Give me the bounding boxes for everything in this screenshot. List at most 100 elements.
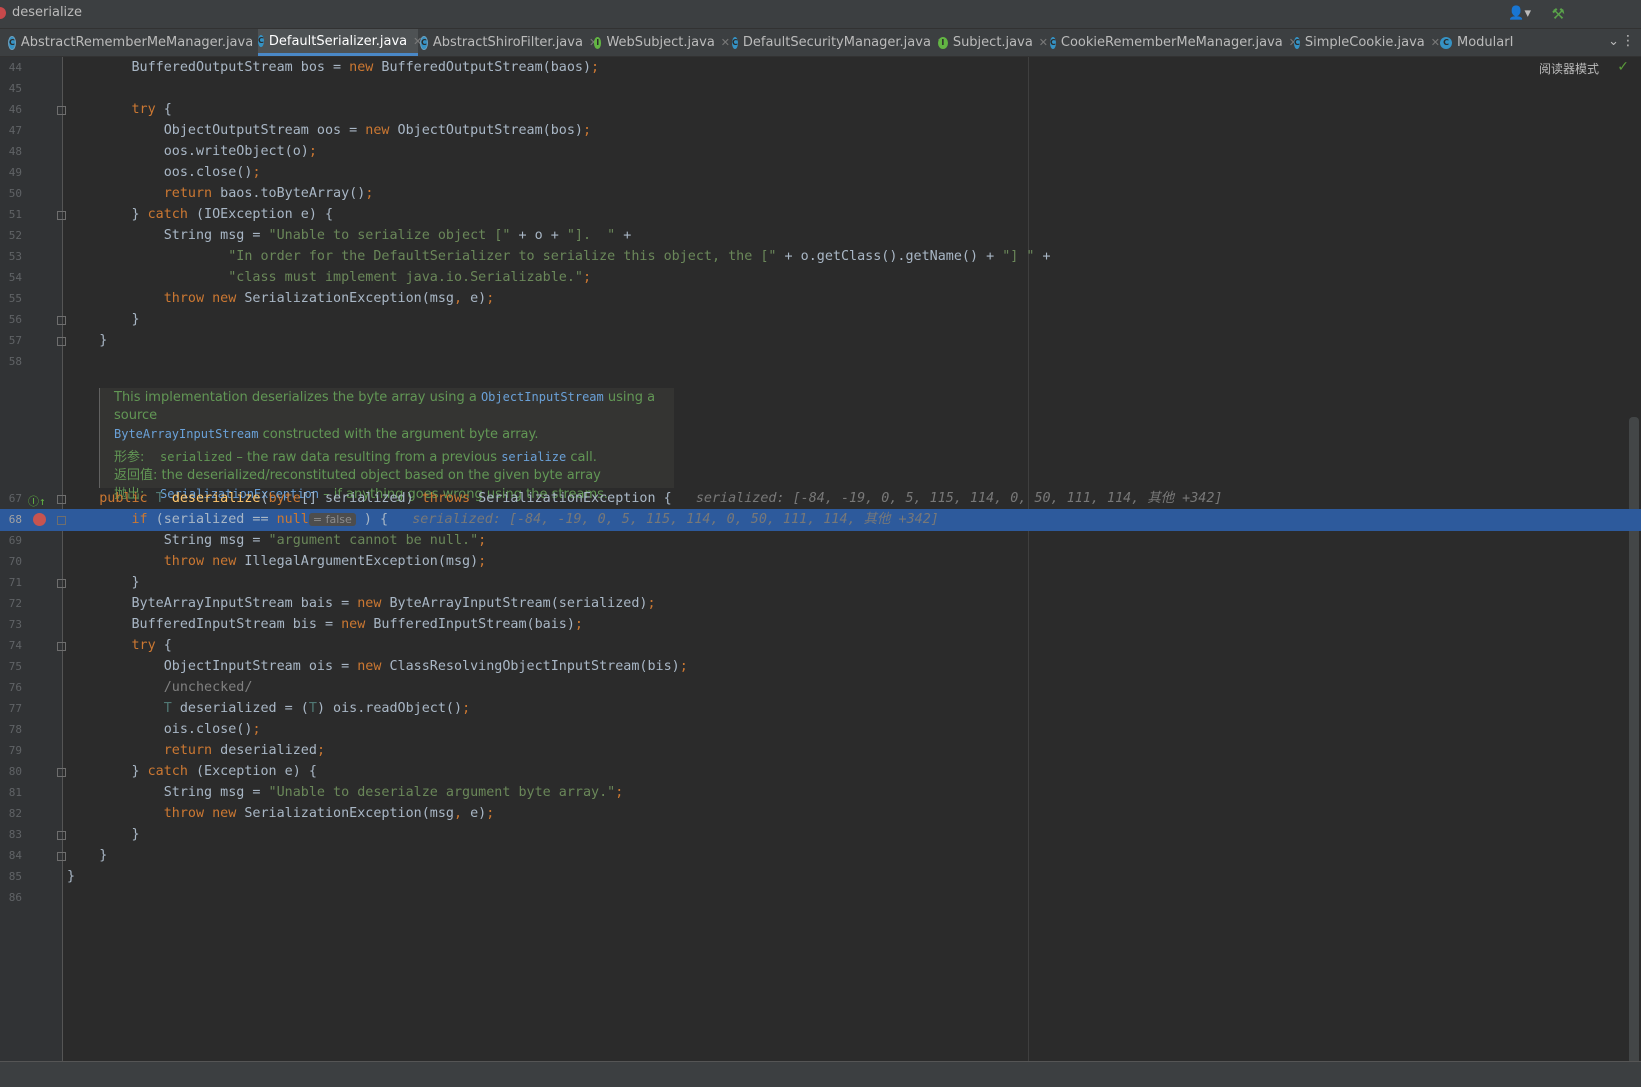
tab-abstractremembermemanager-java[interactable]: CAbstractRememberMeManager.java✕ [8, 29, 268, 56]
code-line[interactable]: 53 "In order for the DefaultSerializer t… [0, 246, 1641, 268]
status-bar [0, 1061, 1641, 1087]
fold-marker-icon[interactable] [57, 852, 66, 861]
code-line[interactable]: 78 ois.close(); [0, 719, 1641, 741]
fold-marker-icon[interactable] [57, 106, 66, 115]
line-number: 81 [8, 786, 22, 799]
code-text: throw new IllegalArgumentException(msg); [163, 554, 487, 569]
code-text: public T deserialize(byte[] serialized) … [99, 491, 1223, 506]
class-icon: C [8, 35, 16, 50]
code-line[interactable]: 69 String msg = "argument cannot be null… [0, 530, 1641, 552]
doc-link-objectinputstream[interactable]: ObjectInputStream [481, 390, 604, 404]
fold-marker-icon[interactable] [57, 316, 66, 325]
tab-websubject-java[interactable]: I WebSubject.java ✕ [594, 29, 730, 56]
doc-link-serialize[interactable]: serialize [501, 450, 566, 464]
close-tab-icon[interactable]: ✕ [1431, 36, 1440, 49]
code-text: "In order for the DefaultSerializer to s… [228, 249, 1051, 264]
code-line[interactable]: 86 [0, 887, 1641, 909]
close-tab-icon[interactable]: ✕ [1039, 36, 1048, 49]
code-line[interactable]: 49 oos.close(); [0, 162, 1641, 184]
class-icon: C [1440, 36, 1452, 49]
code-line[interactable]: 55 throw new SerializationException(msg,… [0, 288, 1641, 310]
code-text: ObjectOutputStream oos = new ObjectOutpu… [67, 123, 592, 138]
code-line[interactable]: 72 ByteArrayInputStream bais = new ByteA… [0, 593, 1641, 615]
doc-link-bytearrayinputstream[interactable]: ByteArrayInputStream [114, 427, 259, 441]
fold-marker-icon[interactable] [57, 642, 66, 651]
code-line[interactable]: 50 return baos.toByteArray(); [0, 183, 1641, 205]
code-line[interactable]: 67 Ⓘ↑ public T deserialize(byte[] seriali… [0, 488, 1641, 510]
class-icon: C [1294, 36, 1300, 49]
code-text: return baos.toByteArray(); [163, 186, 374, 201]
editor-tab-bar: CAbstractRememberMeManager.java✕CDefault… [0, 29, 1641, 57]
code-line[interactable]: 68 if (serialized == null = false ) { ser… [0, 509, 1641, 531]
fold-marker-icon[interactable] [57, 516, 66, 525]
code-line[interactable]: 85} [0, 866, 1641, 888]
code-line[interactable]: 58 [0, 351, 1641, 373]
app-logo-icon [0, 7, 6, 19]
code-line[interactable]: 79 return deserialized; [0, 740, 1641, 762]
code-line[interactable]: 54 "class must implement java.io.Seriali… [0, 267, 1641, 289]
fold-marker-icon[interactable] [57, 579, 66, 588]
code-line[interactable]: 51 } catch (IOException e) { [0, 204, 1641, 226]
code-line[interactable]: 73 BufferedInputStream bis = new Buffere… [0, 614, 1641, 636]
code-line[interactable]: 77 T deserialized = (T) ois.readObject()… [0, 698, 1641, 720]
code-line[interactable]: 48 oos.writeObject(o); [0, 141, 1641, 163]
tab-modulari[interactable]: C ModularI [1440, 29, 1550, 56]
code-line[interactable]: 80 } catch (Exception e) { [0, 761, 1641, 783]
code-line[interactable]: 76 /unchecked/ [0, 677, 1641, 699]
line-number: 46 [8, 103, 22, 116]
code-line[interactable]: 71 } [0, 572, 1641, 594]
code-text: } catch (IOException e) { [67, 207, 334, 222]
code-line[interactable]: 46 try { [0, 99, 1641, 121]
code-line[interactable]: 47 ObjectOutputStream oos = new ObjectOu… [0, 120, 1641, 142]
tab-options-icon[interactable]: ⋮ [1621, 33, 1635, 49]
code-line[interactable]: 44 BufferedOutputStream bos = new Buffer… [0, 57, 1641, 79]
code-text: try { [131, 638, 172, 653]
fold-marker-icon[interactable] [57, 831, 66, 840]
tab-label: AbstractRememberMeManager.java [20, 35, 254, 50]
line-number: 47 [8, 124, 22, 137]
fold-marker-icon[interactable] [57, 337, 66, 346]
code-text: String msg = "argument cannot be null."; [67, 533, 487, 548]
code-line[interactable]: 81 String msg = "Unable to deserialze ar… [0, 782, 1641, 804]
tab-cookieremembermemanager-java[interactable]: CCookieRememberMeManager.java✕ [1050, 29, 1298, 56]
window-title: deserialize [12, 5, 82, 20]
code-text: } [67, 869, 76, 884]
code-line[interactable]: 45 [0, 78, 1641, 100]
code-line[interactable]: 52 String msg = "Unable to serialize obj… [0, 225, 1641, 247]
tab-subject-java[interactable]: I Subject.java ✕ [938, 29, 1048, 56]
breakpoint-icon[interactable] [33, 513, 46, 526]
code-text: } catch (Exception e) { [67, 764, 317, 779]
code-text: oos.close(); [67, 165, 261, 180]
build-hammer-icon[interactable]: ⚒ [1552, 5, 1565, 23]
code-editor[interactable]: 阅读器模式 ✓ This implementation deserializes… [0, 57, 1641, 1061]
tab-overflow-chevron-icon[interactable]: ⌄ [1608, 34, 1619, 49]
tab-defaultserializer-java[interactable]: C DefaultSerializer.java ✕ [258, 29, 422, 56]
tab-label: AbstractShiroFilter.java [432, 35, 583, 50]
doc-text: – the raw data resulting from a previous [232, 450, 502, 465]
line-number: 51 [8, 208, 22, 221]
code-line[interactable]: 56 } [0, 309, 1641, 331]
code-text: throw new SerializationException(msg, e)… [163, 291, 495, 306]
tab-simplecookie-java[interactable]: C SimpleCookie.java ✕ [1294, 29, 1440, 56]
fold-marker-icon[interactable] [57, 495, 66, 504]
tab-label: SimpleCookie.java [1304, 35, 1425, 50]
tab-defaultsecuritymanager-java[interactable]: CDefaultSecurityManager.java✕ [732, 29, 946, 56]
code-line[interactable]: 75 ObjectInputStream ois = new ClassReso… [0, 656, 1641, 678]
interface-icon: I [594, 36, 602, 49]
line-number: 68 [8, 513, 22, 526]
code-line[interactable]: 83 } [0, 824, 1641, 846]
tab-label: ModularI [1457, 35, 1514, 50]
user-account-icon[interactable]: 👤▾ [1508, 6, 1531, 21]
close-tab-icon[interactable]: ✕ [721, 36, 730, 49]
code-line[interactable]: 74 try { [0, 635, 1641, 657]
tab-abstractshirofilter-java[interactable]: CAbstractShiroFilter.java✕ [420, 29, 598, 56]
fold-marker-icon[interactable] [57, 211, 66, 220]
fold-marker-icon[interactable] [57, 768, 66, 777]
tab-label: DefaultSecurityManager.java [742, 35, 931, 50]
line-number: 83 [8, 828, 22, 841]
code-line[interactable]: 57 } [0, 330, 1641, 352]
code-line[interactable]: 82 throw new SerializationException(msg,… [0, 803, 1641, 825]
code-line[interactable]: 84 } [0, 845, 1641, 867]
code-text: return deserialized; [163, 743, 325, 758]
code-line[interactable]: 70 throw new IllegalArgumentException(ms… [0, 551, 1641, 573]
